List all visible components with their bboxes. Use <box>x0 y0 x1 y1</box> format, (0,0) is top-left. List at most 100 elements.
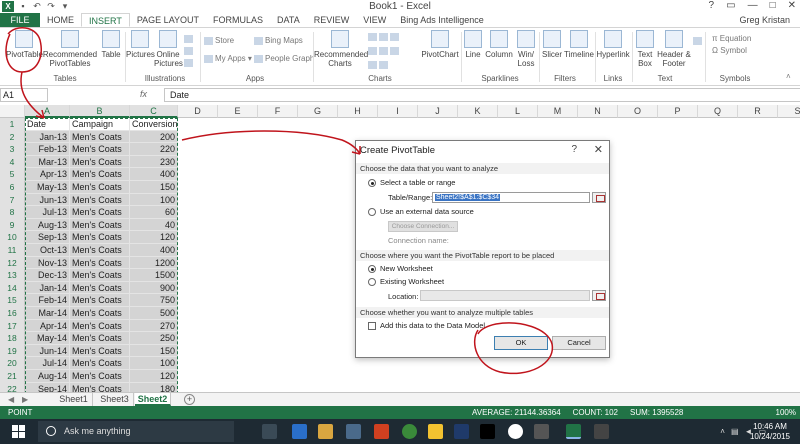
data-cell[interactable]: Jan-13 <box>25 130 70 144</box>
text-more-icon[interactable] <box>693 36 704 46</box>
data-cell[interactable]: Men's Coats <box>70 130 130 144</box>
column-header[interactable]: H <box>338 105 378 118</box>
data-cell[interactable]: Sep-14 <box>25 382 70 392</box>
location-picker-icon[interactable] <box>592 290 606 301</box>
shapes-icon[interactable] <box>184 34 195 44</box>
edge-icon[interactable] <box>292 424 307 439</box>
location-input[interactable] <box>420 290 590 301</box>
excel-taskbar-icon[interactable] <box>566 424 581 439</box>
data-cell[interactable]: Men's Coats <box>70 155 130 169</box>
timeline-button[interactable]: Timeline <box>564 30 594 59</box>
data-cell[interactable]: Men's Coats <box>70 244 130 257</box>
data-cell[interactable]: 220 <box>130 143 178 156</box>
data-cell[interactable]: Men's Coats <box>70 357 130 370</box>
sheet-tab-sheet3[interactable]: Sheet3 <box>96 393 134 406</box>
column-header[interactable]: A <box>25 105 70 118</box>
media-icon[interactable] <box>480 424 495 439</box>
data-cell[interactable]: 100 <box>130 193 178 207</box>
data-cell[interactable]: 60 <box>130 206 178 219</box>
prev-sheet-icon[interactable]: ◀ <box>8 393 14 406</box>
external-source-radio[interactable] <box>368 208 376 216</box>
row-header[interactable]: 19 <box>0 344 25 358</box>
row-header[interactable]: 12 <box>0 256 25 270</box>
data-cell[interactable]: 150 <box>130 344 178 358</box>
data-cell[interactable]: 120 <box>130 370 178 383</box>
data-cell[interactable]: 150 <box>130 181 178 194</box>
data-cell[interactable]: 250 <box>130 332 178 345</box>
data-cell[interactable]: 900 <box>130 281 178 295</box>
column-header[interactable]: B <box>70 105 130 118</box>
data-cell[interactable]: Jun-14 <box>25 344 70 358</box>
ribbon-tab-insert[interactable]: INSERT <box>81 13 130 27</box>
taskbar-clock[interactable]: 10:46 AM 10/24/2015 <box>750 422 790 442</box>
hyperlink-button[interactable]: Hyperlink <box>596 30 630 59</box>
data-cell[interactable]: Jul-14 <box>25 357 70 370</box>
column-header[interactable]: I <box>378 105 418 118</box>
select-table-label[interactable]: Select a table or range <box>380 178 455 188</box>
row-header[interactable]: 5 <box>0 168 25 181</box>
row-header[interactable]: 10 <box>0 231 25 244</box>
column-header[interactable]: R <box>738 105 778 118</box>
recommended-pivottables-button[interactable]: Recommended PivotTables <box>42 30 98 68</box>
ribbon-tab-bing-ads-intelligence[interactable]: Bing Ads Intelligence <box>393 13 491 27</box>
show-hidden-icons-icon[interactable]: ˄ <box>720 427 725 436</box>
data-cell[interactable]: Mar-14 <box>25 307 70 320</box>
data-cell[interactable]: Men's Coats <box>70 231 130 244</box>
add-sheet-icon[interactable]: + <box>184 394 195 405</box>
row-header[interactable]: 22 <box>0 382 25 392</box>
existing-worksheet-radio[interactable] <box>368 278 376 286</box>
data-cell[interactable]: Men's Coats <box>70 344 130 358</box>
data-cell[interactable]: Men's Coats <box>70 143 130 156</box>
column-header[interactable]: G <box>298 105 338 118</box>
help-button[interactable]: ? <box>709 0 715 11</box>
symbol-button[interactable]: Ω Symbol <box>712 46 747 56</box>
range-picker-icon[interactable] <box>592 192 606 203</box>
data-cell[interactable]: Men's Coats <box>70 382 130 392</box>
column-header[interactable]: Q <box>698 105 738 118</box>
ribbon-tab-review[interactable]: REVIEW <box>307 13 357 27</box>
data-cell[interactable]: Jul-13 <box>25 206 70 219</box>
data-cell[interactable]: Aug-13 <box>25 218 70 232</box>
sheet-tab-sheet2[interactable]: Sheet2 <box>135 393 171 406</box>
data-cell[interactable]: 100 <box>130 357 178 370</box>
ribbon-tab-view[interactable]: VIEW <box>356 13 393 27</box>
data-cell[interactable]: 400 <box>130 244 178 257</box>
dialog-close-button[interactable]: ✕ <box>594 143 603 156</box>
bing-maps-button[interactable]: Bing Maps <box>254 36 303 46</box>
column-header[interactable]: D <box>178 105 218 118</box>
column-header[interactable]: S <box>778 105 800 118</box>
table-range-input[interactable]: Sheet2!$A$1:$C$34 <box>432 192 590 203</box>
select-table-radio[interactable] <box>368 179 376 187</box>
ribbon-tab-page-layout[interactable]: PAGE LAYOUT <box>130 13 206 27</box>
row-header[interactable]: 21 <box>0 370 25 383</box>
row-header[interactable]: 16 <box>0 307 25 320</box>
column-header[interactable]: M <box>538 105 578 118</box>
header-cell[interactable]: Conversions <box>130 118 178 131</box>
nfl-icon[interactable] <box>454 424 469 439</box>
data-model-checkbox[interactable] <box>368 322 376 330</box>
data-cell[interactable]: 200 <box>130 130 178 144</box>
windows-start-icon[interactable] <box>12 425 26 439</box>
header-cell[interactable]: Date <box>25 118 70 131</box>
table-button[interactable]: Table <box>99 30 123 59</box>
zoom-level[interactable]: 100% <box>776 406 796 419</box>
ribbon-tab-home[interactable]: HOME <box>40 13 81 27</box>
data-cell[interactable]: May-14 <box>25 332 70 345</box>
task-view-icon[interactable] <box>262 424 277 439</box>
next-sheet-icon[interactable]: ▶ <box>22 393 28 406</box>
ribbon-tab-data[interactable]: DATA <box>270 13 307 27</box>
column-chart-gallery-icon[interactable] <box>368 32 401 42</box>
header-footer-button[interactable]: Header & Footer <box>657 30 691 68</box>
column-header[interactable]: J <box>418 105 458 118</box>
dialog-help-button[interactable]: ? <box>571 144 577 155</box>
data-cell[interactable]: Men's Coats <box>70 168 130 181</box>
ribbon-display-options-button[interactable]: ▭ <box>726 0 735 11</box>
notes-icon[interactable] <box>428 424 443 439</box>
row-header[interactable]: 15 <box>0 294 25 307</box>
spotify-icon[interactable] <box>402 424 417 439</box>
data-cell[interactable]: Sep-13 <box>25 231 70 244</box>
row-header[interactable]: 2 <box>0 130 25 144</box>
data-cell[interactable]: Aug-14 <box>25 370 70 383</box>
data-cell[interactable]: Feb-13 <box>25 143 70 156</box>
data-cell[interactable]: Men's Coats <box>70 332 130 345</box>
